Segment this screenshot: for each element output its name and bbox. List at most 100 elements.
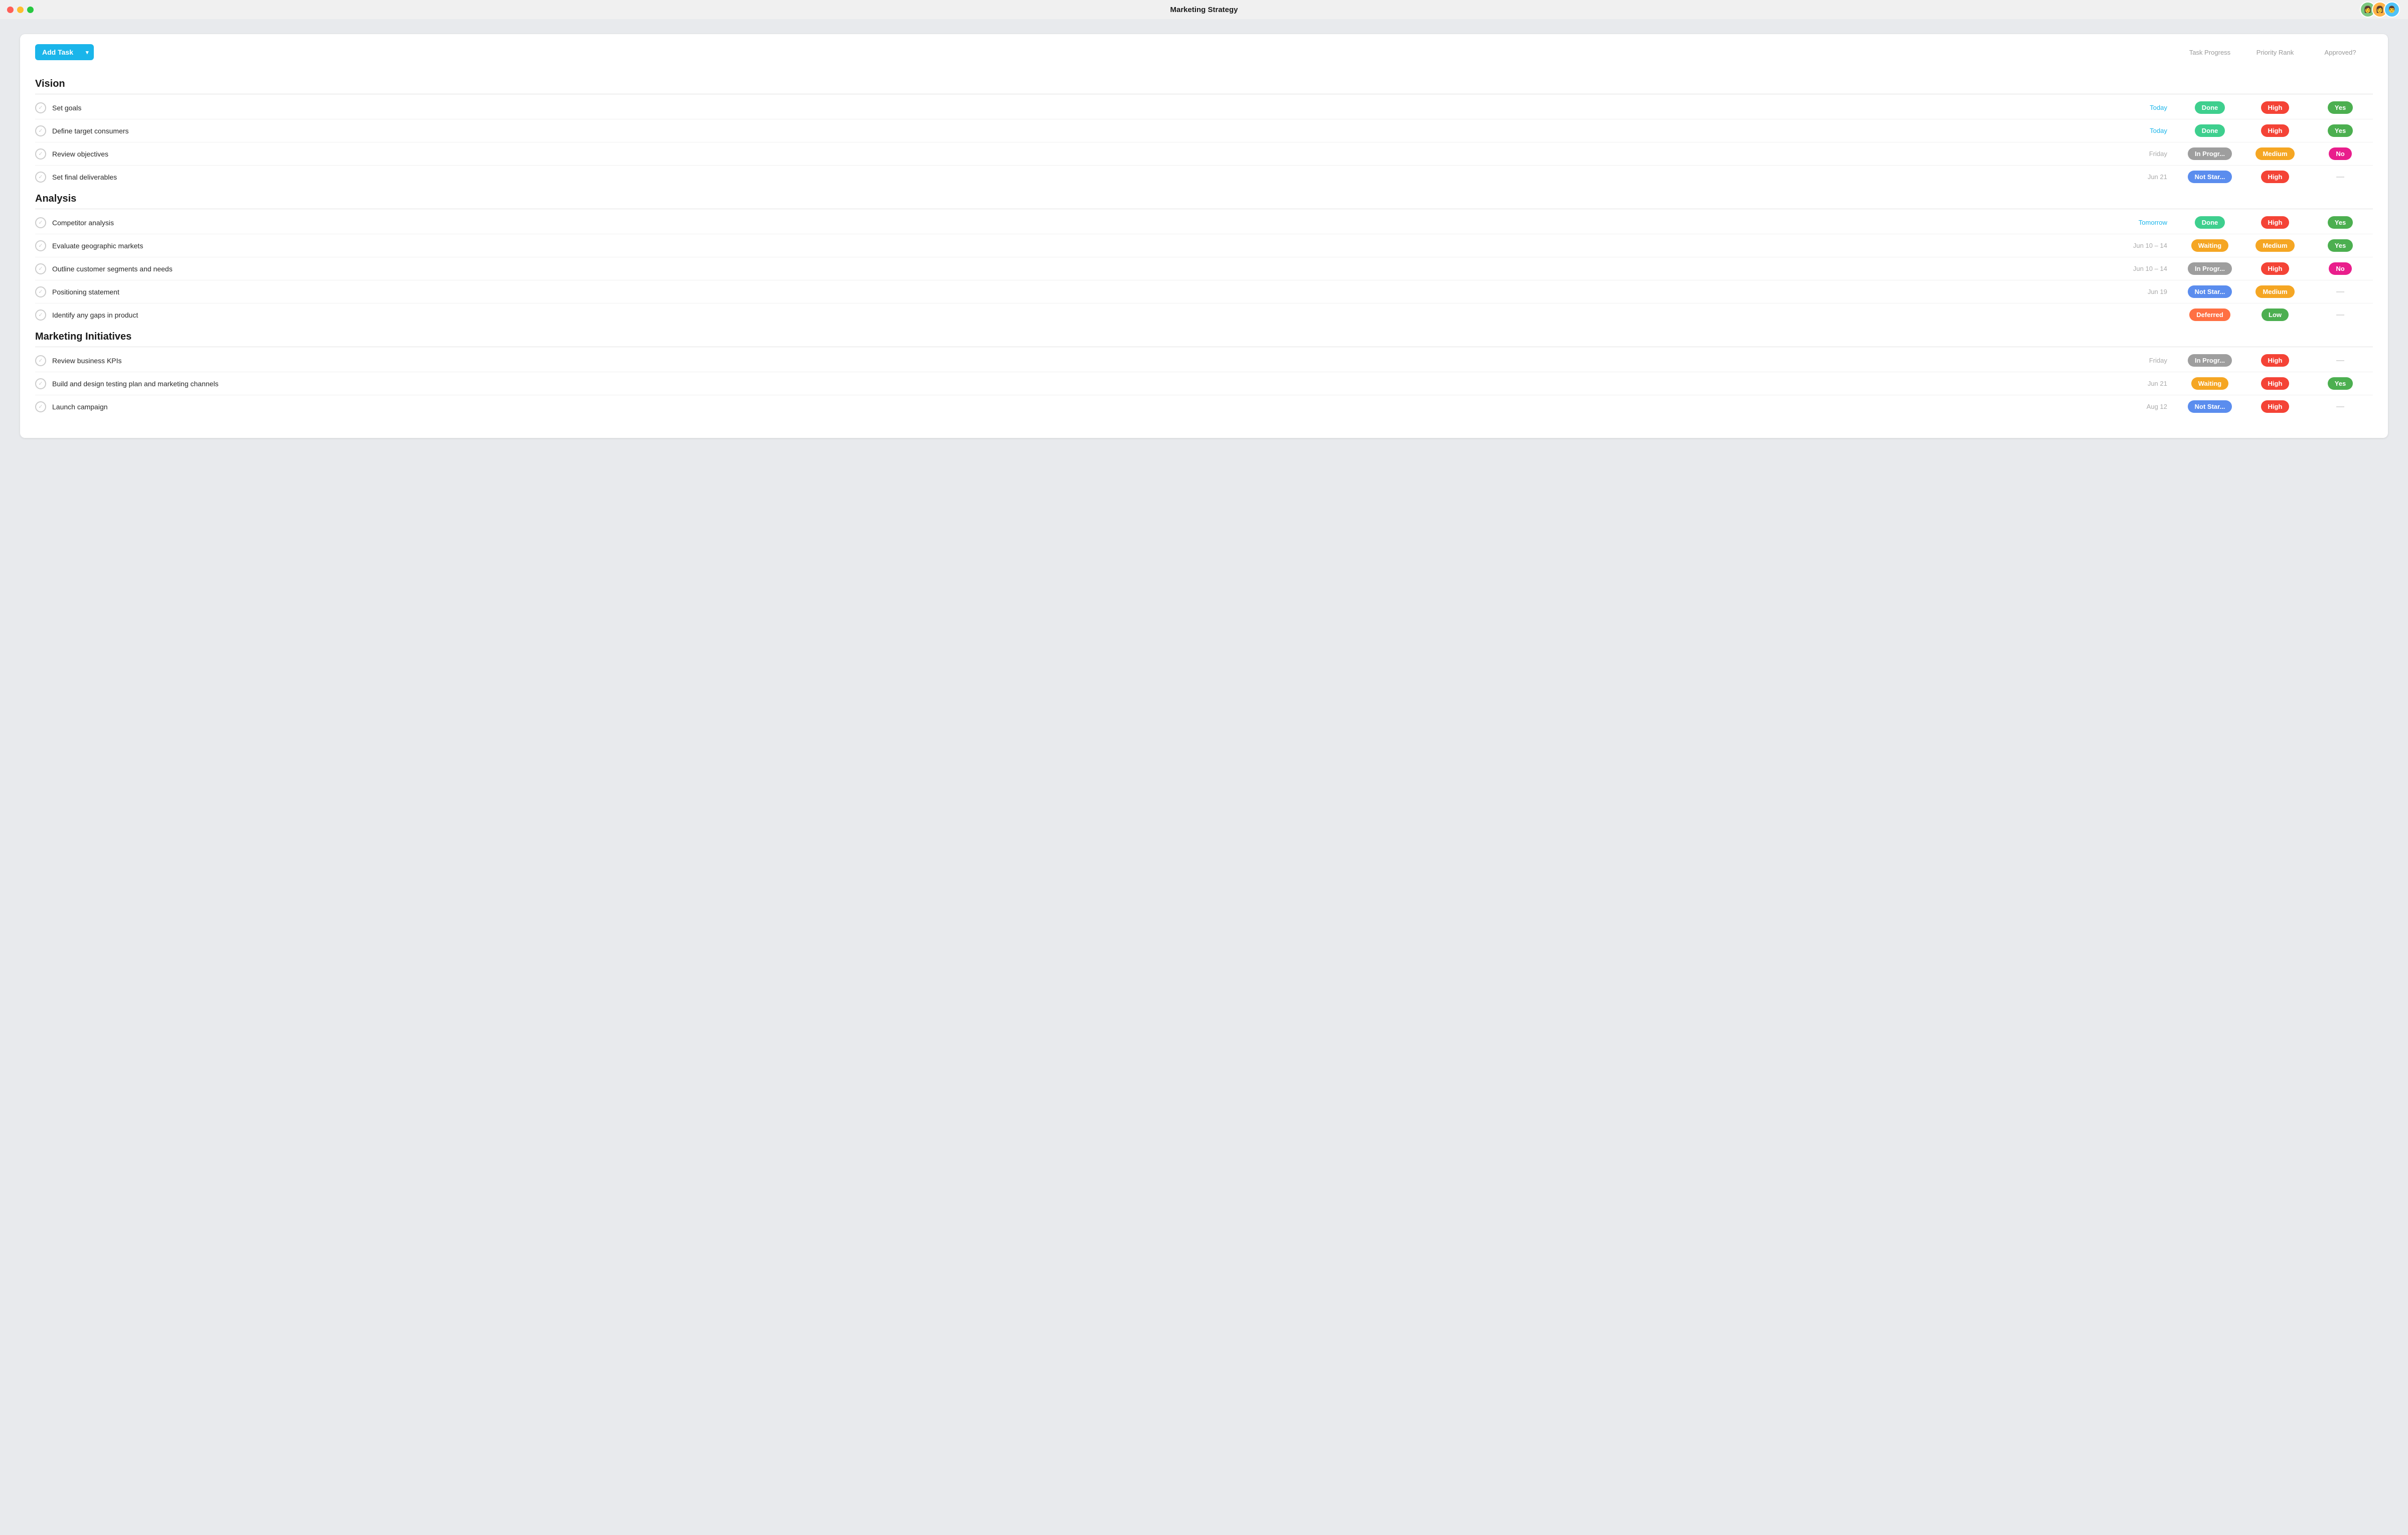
progress-badge[interactable]: In Progr... [2188, 354, 2232, 367]
approved-cell[interactable]: Yes [2308, 377, 2373, 390]
approved-cell[interactable]: Yes [2308, 101, 2373, 114]
minimize-button[interactable] [17, 7, 24, 13]
approved-cell[interactable]: Yes [2308, 239, 2373, 252]
approved-badge[interactable]: Yes [2328, 101, 2353, 114]
table-row[interactable]: ✓Competitor analysisTomorrowDoneHighYes [35, 211, 2373, 234]
priority-badge[interactable]: Low [2262, 309, 2289, 321]
progress-cell[interactable]: Waiting [2177, 239, 2242, 252]
table-row[interactable]: ✓Review business KPIsFridayIn Progr...Hi… [35, 349, 2373, 372]
priority-cell[interactable]: High [2242, 400, 2308, 413]
priority-badge[interactable]: High [2261, 377, 2290, 390]
approved-cell[interactable]: — [2308, 309, 2373, 321]
priority-cell[interactable]: Medium [2242, 285, 2308, 298]
task-name: Positioning statement [52, 288, 2122, 296]
table-row[interactable]: ✓Build and design testing plan and marke… [35, 372, 2373, 395]
progress-cell[interactable]: Not Star... [2177, 285, 2242, 298]
task-check-icon[interactable]: ✓ [35, 102, 46, 113]
approved-badge[interactable]: Yes [2328, 124, 2353, 137]
add-task-dropdown-icon[interactable]: ▾ [81, 45, 94, 60]
table-row[interactable]: ✓Set goalsTodayDoneHighYes [35, 96, 2373, 119]
table-row[interactable]: ✓Define target consumersTodayDoneHighYes [35, 119, 2373, 142]
close-button[interactable] [7, 7, 14, 13]
progress-badge[interactable]: Done [2195, 101, 2225, 114]
priority-badge[interactable]: High [2261, 101, 2290, 114]
priority-cell[interactable]: High [2242, 101, 2308, 114]
progress-cell[interactable]: Done [2177, 101, 2242, 114]
task-check-icon[interactable]: ✓ [35, 378, 46, 389]
task-check-icon[interactable]: ✓ [35, 286, 46, 297]
approved-cell[interactable]: No [2308, 262, 2373, 275]
table-row[interactable]: ✓Identify any gaps in productDeferredLow… [35, 303, 2373, 326]
priority-cell[interactable]: High [2242, 377, 2308, 390]
progress-cell[interactable]: Done [2177, 124, 2242, 137]
priority-cell[interactable]: High [2242, 216, 2308, 229]
table-row[interactable]: ✓Set final deliverablesJun 21Not Star...… [35, 166, 2373, 188]
progress-badge[interactable]: In Progr... [2188, 262, 2232, 275]
table-row[interactable]: ✓Positioning statementJun 19Not Star...M… [35, 280, 2373, 303]
priority-badge[interactable]: High [2261, 124, 2290, 137]
progress-cell[interactable]: Waiting [2177, 377, 2242, 390]
task-check-icon[interactable]: ✓ [35, 263, 46, 274]
progress-cell[interactable]: Deferred [2177, 309, 2242, 321]
progress-badge[interactable]: Not Star... [2188, 400, 2232, 413]
priority-cell[interactable]: Low [2242, 309, 2308, 321]
progress-cell[interactable]: In Progr... [2177, 262, 2242, 275]
priority-cell[interactable]: Medium [2242, 147, 2308, 160]
approved-cell[interactable]: No [2308, 147, 2373, 160]
maximize-button[interactable] [27, 7, 34, 13]
priority-badge[interactable]: Medium [2255, 285, 2294, 298]
task-check-icon[interactable]: ✓ [35, 125, 46, 136]
approved-cell[interactable]: Yes [2308, 124, 2373, 137]
task-check-icon[interactable]: ✓ [35, 240, 46, 251]
priority-badge[interactable]: High [2261, 171, 2290, 183]
section-0: Vision✓Set goalsTodayDoneHighYes✓Define … [35, 78, 2373, 188]
avatar-user-3[interactable]: 👨 [2384, 2, 2400, 18]
progress-cell[interactable]: Not Star... [2177, 171, 2242, 183]
task-check-icon[interactable]: ✓ [35, 401, 46, 412]
progress-badge[interactable]: Not Star... [2188, 285, 2232, 298]
priority-badge[interactable]: High [2261, 400, 2290, 413]
approved-badge[interactable]: Yes [2328, 239, 2353, 252]
priority-badge[interactable]: Medium [2255, 239, 2294, 252]
task-check-icon[interactable]: ✓ [35, 172, 46, 183]
table-row[interactable]: ✓Outline customer segments and needsJun … [35, 257, 2373, 280]
progress-cell[interactable]: Not Star... [2177, 400, 2242, 413]
approved-badge[interactable]: No [2329, 147, 2351, 160]
progress-badge[interactable]: Deferred [2189, 309, 2230, 321]
task-check-icon[interactable]: ✓ [35, 355, 46, 366]
approved-badge[interactable]: Yes [2328, 377, 2353, 390]
progress-badge[interactable]: Waiting [2191, 239, 2228, 252]
table-row[interactable]: ✓Launch campaignAug 12Not Star...High— [35, 395, 2373, 418]
priority-badge[interactable]: High [2261, 216, 2290, 229]
approved-badge[interactable]: Yes [2328, 216, 2353, 229]
progress-badge[interactable]: Not Star... [2188, 171, 2232, 183]
priority-badge[interactable]: High [2261, 354, 2290, 367]
approved-cell[interactable]: — [2308, 285, 2373, 298]
table-row[interactable]: ✓Evaluate geographic marketsJun 10 – 14W… [35, 234, 2373, 257]
priority-badge[interactable]: High [2261, 262, 2290, 275]
task-check-icon[interactable]: ✓ [35, 310, 46, 321]
table-row[interactable]: ✓Review objectivesFridayIn Progr...Mediu… [35, 142, 2373, 166]
task-check-icon[interactable]: ✓ [35, 148, 46, 160]
priority-cell[interactable]: High [2242, 354, 2308, 367]
progress-cell[interactable]: Done [2177, 216, 2242, 229]
approved-cell[interactable]: — [2308, 171, 2373, 183]
priority-cell[interactable]: High [2242, 262, 2308, 275]
priority-badge[interactable]: Medium [2255, 147, 2294, 160]
approved-badge[interactable]: No [2329, 262, 2351, 275]
priority-cell[interactable]: High [2242, 124, 2308, 137]
add-task-button[interactable]: Add Task ▾ [35, 44, 94, 60]
progress-badge[interactable]: Waiting [2191, 377, 2228, 390]
approved-cell[interactable]: — [2308, 354, 2373, 367]
progress-badge[interactable]: Done [2195, 124, 2225, 137]
progress-cell[interactable]: In Progr... [2177, 147, 2242, 160]
priority-cell[interactable]: Medium [2242, 239, 2308, 252]
progress-cell[interactable]: In Progr... [2177, 354, 2242, 367]
priority-cell[interactable]: High [2242, 171, 2308, 183]
task-check-icon[interactable]: ✓ [35, 217, 46, 228]
traffic-lights [7, 7, 34, 13]
approved-cell[interactable]: — [2308, 400, 2373, 413]
progress-badge[interactable]: In Progr... [2188, 147, 2232, 160]
approved-cell[interactable]: Yes [2308, 216, 2373, 229]
progress-badge[interactable]: Done [2195, 216, 2225, 229]
